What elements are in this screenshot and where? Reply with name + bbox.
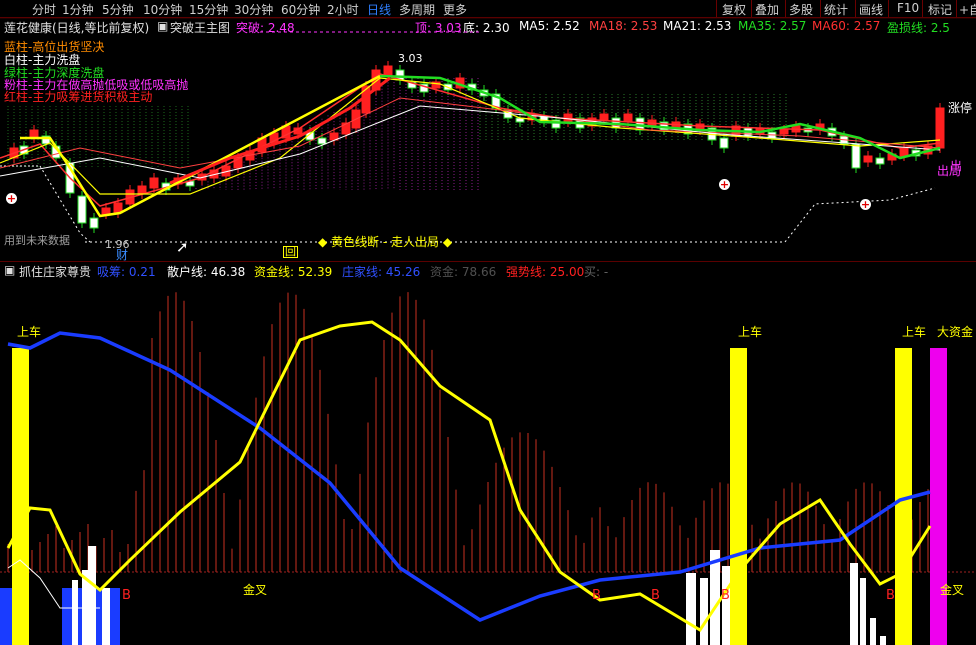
period-tab-more[interactable]: 更多: [443, 1, 467, 18]
jincha-label: 金叉: [940, 583, 965, 597]
plus-marker-icon: +: [719, 178, 730, 191]
b-signal-label: B: [651, 588, 660, 603]
f10-button[interactable]: F10: [897, 1, 919, 15]
hui-marker: 回: [283, 245, 298, 258]
chuju-label: 出局: [937, 164, 962, 178]
period-tab-30min[interactable]: 30分钟: [234, 1, 273, 18]
overlay-button[interactable]: 叠加: [755, 1, 779, 18]
exit-banner: ◆ 黄色线断 - 走人出局 ◆: [318, 235, 453, 249]
shangche-label: 上车: [902, 325, 927, 339]
mouse-cursor-icon: ➚: [176, 238, 189, 256]
period-tab-multi[interactable]: 多周期: [399, 1, 435, 18]
b-signal-label: B: [886, 588, 895, 603]
mark-button[interactable]: 标记: [928, 1, 952, 18]
shangche-label: 上车: [17, 325, 42, 339]
period-tab-60min[interactable]: 60分钟: [281, 1, 320, 18]
period-tab-fenshi[interactable]: 分时: [32, 1, 56, 18]
period-tab-daily[interactable]: 日线: [367, 1, 391, 18]
stats-button[interactable]: 统计: [824, 1, 848, 18]
b-signal-label: B: [122, 588, 131, 603]
multi-stock-button[interactable]: 多股: [789, 1, 813, 18]
b-signal-label: B: [592, 588, 601, 603]
add-self-button[interactable]: +自: [959, 1, 976, 18]
sub-indicator-chart[interactable]: [0, 278, 976, 645]
plus-marker-icon: +: [6, 192, 17, 205]
period-tab-1min[interactable]: 1分钟: [62, 1, 94, 18]
period-tab-15min[interactable]: 15分钟: [189, 1, 228, 18]
sub-chart-header: ▣ 抓住庄家尊贵 吸筹: 0.21 散户线: 46.38 资金线: 52.39 …: [0, 261, 976, 279]
fuquan-button[interactable]: 复权: [722, 1, 746, 18]
draw-line-button[interactable]: 画线: [859, 1, 883, 18]
period-toolbar: 分时 1分钟 5分钟 10分钟 15分钟 30分钟 60分钟 2小时 日线 多周…: [0, 0, 976, 18]
future-data-note: 用到未来数据: [4, 234, 70, 247]
period-tab-10min[interactable]: 10分钟: [143, 1, 182, 18]
main-candle-chart[interactable]: [0, 18, 976, 258]
shangche-label: 上车: [738, 325, 763, 339]
jincha-label: 金叉: [243, 583, 268, 597]
dropdown-icon[interactable]: ▣: [4, 263, 15, 277]
dazijin-label: 大资金: [937, 325, 974, 339]
peak-price-label: 3.03: [398, 52, 423, 65]
b-signal-label: B: [721, 588, 730, 603]
period-tab-5min[interactable]: 5分钟: [102, 1, 134, 18]
period-tab-2h[interactable]: 2小时: [327, 1, 359, 18]
plus-marker-icon: +: [860, 198, 871, 211]
zhangting-label: 涨停: [948, 101, 973, 115]
